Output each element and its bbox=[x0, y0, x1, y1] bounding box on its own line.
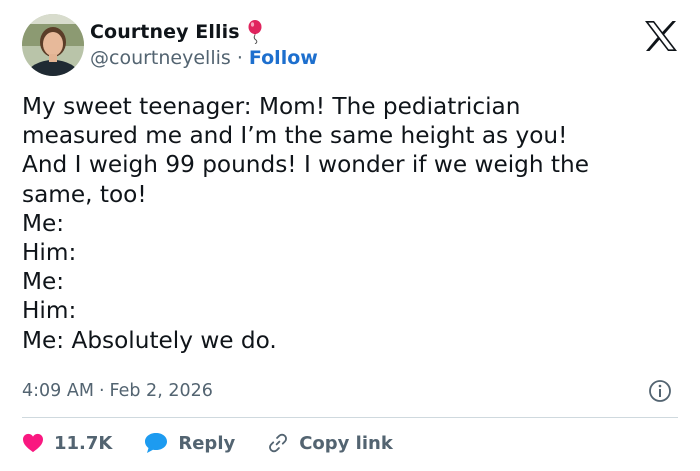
tweet-text: My sweet teenager: Mom! The pediatrician… bbox=[22, 92, 682, 355]
balloon-icon bbox=[247, 20, 263, 44]
tweet-time[interactable]: 4:09 AM bbox=[22, 381, 94, 401]
name-row: Courtney Ellis bbox=[90, 20, 263, 44]
avatar[interactable] bbox=[22, 14, 84, 76]
tweet-line: Him: bbox=[22, 239, 77, 267]
tweet-meta: 4:09 AM · Feb 2, 2026 bbox=[22, 378, 678, 404]
tweet-line: And I weigh 99 pounds! I wonder if we we… bbox=[22, 151, 589, 179]
tweet-line: Me: bbox=[22, 268, 65, 296]
like-button[interactable]: 11.7K bbox=[22, 433, 112, 454]
tweet-header: Courtney Ellis @courtneyellis · Follow bbox=[22, 14, 678, 78]
copy-link-label: Copy link bbox=[299, 432, 393, 454]
meta-separator: · bbox=[98, 381, 105, 401]
handle-row: @courtneyellis · Follow bbox=[90, 47, 318, 69]
copy-link-button[interactable]: Copy link bbox=[267, 432, 393, 454]
tweet-line: Me: Absolutely we do. bbox=[22, 326, 277, 354]
action-bar: 11.7K Reply Copy link bbox=[22, 428, 425, 458]
reply-label: Reply bbox=[178, 432, 236, 454]
follow-button[interactable]: Follow bbox=[249, 47, 318, 69]
info-icon[interactable] bbox=[648, 379, 672, 408]
reply-icon bbox=[145, 433, 168, 453]
user-handle[interactable]: @courtneyellis bbox=[90, 47, 231, 69]
tweet-line: measured me and I’m the same height as y… bbox=[22, 122, 568, 150]
heart-icon bbox=[23, 433, 43, 453]
x-logo-icon[interactable] bbox=[644, 20, 678, 56]
divider bbox=[22, 417, 678, 418]
tweet-line: My sweet teenager: Mom! The pediatrician bbox=[22, 93, 521, 120]
tweet-date[interactable]: Feb 2, 2026 bbox=[110, 381, 213, 401]
tweet-line: Me: bbox=[22, 209, 65, 237]
tweet-line: same, too! bbox=[22, 180, 147, 208]
display-name[interactable]: Courtney Ellis bbox=[90, 21, 240, 43]
handle-separator: · bbox=[236, 47, 249, 69]
reply-button[interactable]: Reply bbox=[144, 432, 235, 454]
link-icon bbox=[269, 433, 288, 453]
like-count: 11.7K bbox=[54, 432, 113, 454]
tweet-line: Him: bbox=[22, 297, 77, 325]
